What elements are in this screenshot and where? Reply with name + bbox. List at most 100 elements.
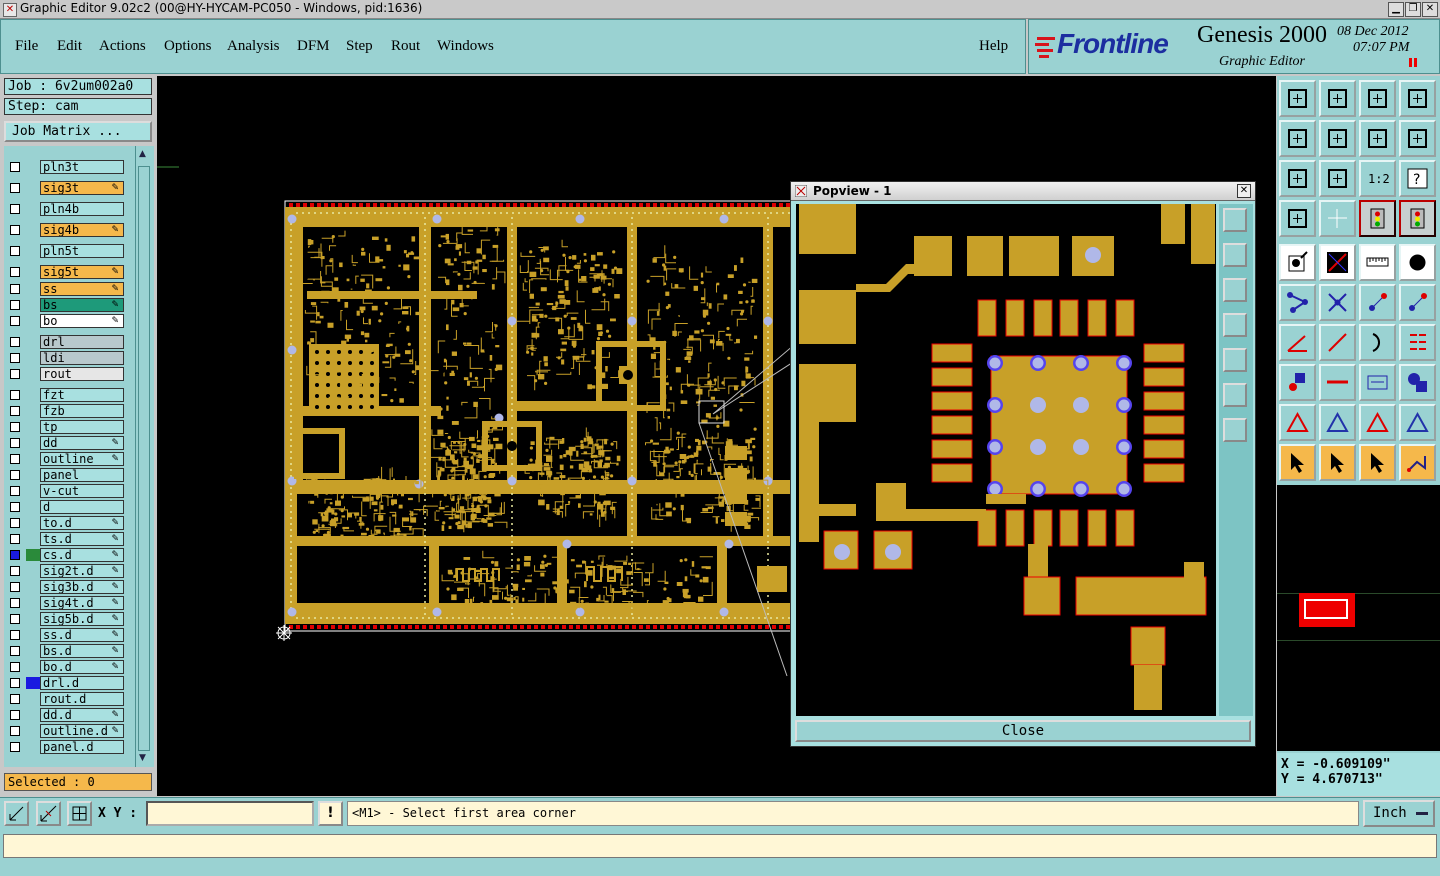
layer-name[interactable]: sig3b.d ✎ (40, 580, 124, 594)
layer-checkbox[interactable] (10, 550, 20, 560)
zoom-center-icon[interactable] (1319, 160, 1356, 197)
layer-checkbox[interactable] (10, 710, 20, 720)
menu-windows[interactable]: Windows (437, 38, 494, 55)
add-feature-icon[interactable] (1279, 244, 1316, 281)
popview-pan-left-icon[interactable] (1223, 313, 1247, 337)
scale-1-2-icon[interactable]: 1:2 (1359, 160, 1396, 197)
layer-row[interactable]: drl.d (6, 676, 128, 690)
route-select-icon[interactable] (1399, 444, 1436, 481)
popview-close-icon[interactable]: ✕ (1237, 184, 1251, 198)
select-arrow-icon[interactable] (1279, 444, 1316, 481)
message-icon[interactable]: ! (318, 801, 343, 826)
layer-checkbox[interactable] (10, 225, 20, 235)
layer-row[interactable]: pln5t (6, 244, 128, 258)
pan-left-icon[interactable] (1279, 120, 1316, 157)
layer-row[interactable]: cs.d ✎ (6, 548, 128, 562)
layer-checkbox[interactable] (10, 438, 20, 448)
menu-step[interactable]: Step (346, 38, 373, 55)
layer-name[interactable]: outline ✎ (40, 452, 124, 466)
layer-name[interactable]: bs.d ✎ (40, 644, 124, 658)
popview-fit-icon[interactable] (1223, 383, 1247, 407)
menu-edit[interactable]: Edit (57, 38, 82, 55)
layer-name[interactable]: ldi (40, 351, 124, 365)
job-matrix-button[interactable]: Job Matrix ... (4, 121, 152, 142)
layer-row[interactable]: v-cut (6, 484, 128, 498)
layer-name[interactable]: panel.d (40, 740, 124, 754)
layer-row[interactable]: panel (6, 468, 128, 482)
layer-name[interactable]: ss.d ✎ (40, 628, 124, 642)
layer-checkbox[interactable] (10, 300, 20, 310)
add-point-icon[interactable] (1399, 284, 1436, 321)
layer-name[interactable]: rout (40, 367, 124, 381)
zoom-fit-icon[interactable] (1319, 80, 1356, 117)
layer-checkbox[interactable] (10, 614, 20, 624)
zoom-view[interactable] (796, 204, 1216, 716)
layer-name[interactable]: rout.d (40, 692, 124, 706)
dimension-icon[interactable] (1359, 364, 1396, 401)
grid-snap-icon[interactable] (67, 801, 92, 826)
layer-checkbox[interactable] (10, 422, 20, 432)
layer-checkbox[interactable] (10, 284, 20, 294)
layer-checkbox[interactable] (10, 726, 20, 736)
menu-analysis[interactable]: Analysis (227, 38, 280, 55)
zoom-home-icon[interactable] (1279, 80, 1316, 117)
grid-icon[interactable] (1319, 200, 1356, 237)
layer-display-alt-icon[interactable] (1399, 200, 1436, 237)
menu-actions[interactable]: Actions (99, 38, 146, 55)
layer-row[interactable]: fzt (6, 388, 128, 402)
layer-name[interactable]: bo.d ✎ (40, 660, 124, 674)
help-query-icon[interactable]: ? (1399, 160, 1436, 197)
layer-checkbox[interactable] (10, 566, 20, 576)
layer-name[interactable]: tp (40, 420, 124, 434)
layer-checkbox[interactable] (10, 582, 20, 592)
layer-name[interactable]: dd.d ✎ (40, 708, 124, 722)
layer-row[interactable]: sig4b ✎ (6, 223, 128, 237)
layer-row[interactable]: sig4t.d ✎ (6, 596, 128, 610)
minimap-view-box[interactable] (1299, 593, 1355, 627)
layer-row[interactable]: sig3b.d ✎ (6, 580, 128, 594)
layer-name[interactable]: panel (40, 468, 124, 482)
popview-zoom-out-icon[interactable] (1223, 243, 1247, 267)
line-slope-icon[interactable] (1319, 324, 1356, 361)
layer-checkbox[interactable] (10, 598, 20, 608)
popview-center-icon[interactable] (1223, 418, 1247, 442)
layer-row[interactable]: sig3t ✎ (6, 181, 128, 195)
layer-checkbox[interactable] (10, 534, 20, 544)
menu-file[interactable]: File (15, 38, 38, 55)
layer-checkbox[interactable] (10, 470, 20, 480)
minimize-icon[interactable]: ▁ (1388, 2, 1404, 17)
layer-name[interactable]: sig4b ✎ (40, 223, 124, 237)
layer-name[interactable]: sig4t.d ✎ (40, 596, 124, 610)
layer-row[interactable]: d (6, 500, 128, 514)
layer-row[interactable]: fzb (6, 404, 128, 418)
layer-name[interactable]: sig3t ✎ (40, 181, 124, 195)
select-arrow-orange-icon[interactable] (1319, 444, 1356, 481)
popview-zoom-in-icon[interactable] (1223, 208, 1247, 232)
layer-checkbox[interactable] (10, 369, 20, 379)
overview-minimap[interactable] (1277, 485, 1440, 751)
layer-checkbox[interactable] (10, 486, 20, 496)
layer-name[interactable]: sig5t ✎ (40, 265, 124, 279)
layer-name[interactable]: ss ✎ (40, 282, 124, 296)
layer-name[interactable]: drl (40, 335, 124, 349)
layer-checkbox[interactable] (10, 518, 20, 528)
layer-checkbox[interactable] (10, 646, 20, 656)
layer-checkbox[interactable] (10, 204, 20, 214)
layer-row[interactable]: sig5b.d ✎ (6, 612, 128, 626)
pause-icon[interactable] (1409, 58, 1418, 67)
layer-checkbox[interactable] (10, 162, 20, 172)
layer-row[interactable]: rout.d (6, 692, 128, 706)
snap-settings-icon[interactable] (1279, 200, 1316, 237)
layer-name[interactable]: fzb (40, 404, 124, 418)
layer-checkbox[interactable] (10, 316, 20, 326)
layer-name[interactable]: drl.d (40, 676, 124, 690)
layer-checkbox[interactable] (10, 630, 20, 640)
parallel-icon[interactable] (1399, 324, 1436, 361)
redraw-icon[interactable] (1399, 120, 1436, 157)
layer-row[interactable]: pln4b (6, 202, 128, 216)
pad-edit-icon[interactable] (1279, 364, 1316, 401)
layer-row[interactable]: rout (6, 367, 128, 381)
triangle-blue-icon[interactable] (1319, 404, 1356, 441)
layer-name[interactable]: dd ✎ (40, 436, 124, 450)
triangle-blue-alt-icon[interactable] (1399, 404, 1436, 441)
